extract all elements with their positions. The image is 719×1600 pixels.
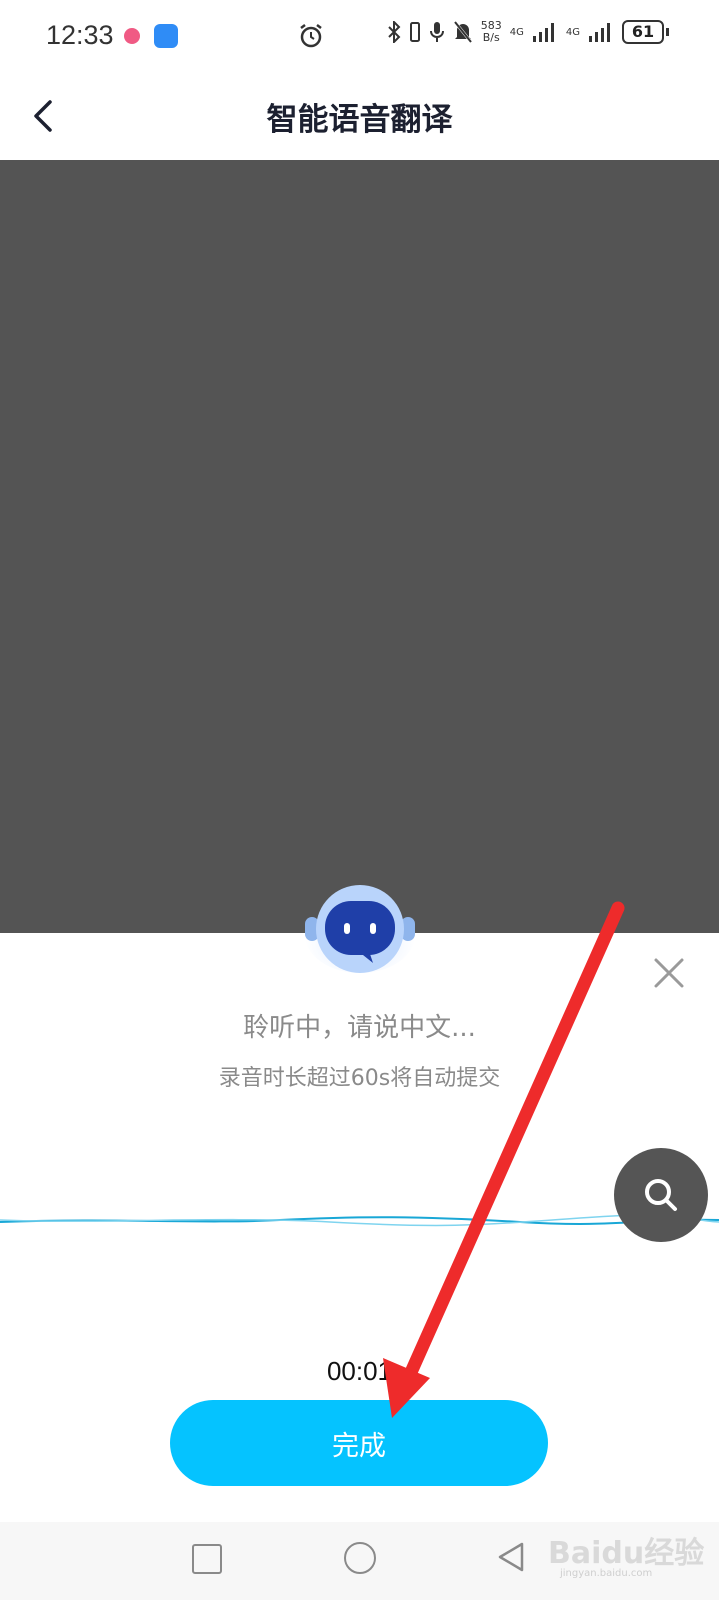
weather-app-icon [154, 24, 178, 48]
network-label-1: 4G [509, 26, 524, 38]
mute-bell-icon [453, 21, 472, 43]
alarm-icon [300, 24, 322, 48]
app-header: 智能语音翻译 [0, 72, 719, 160]
signal-icon [532, 23, 554, 42]
recording-timer: 00:01 [326, 1356, 393, 1386]
vibrate-icon [409, 22, 420, 42]
health-app-icon [124, 28, 140, 44]
sound-wave [0, 1214, 719, 1227]
battery-tip [666, 28, 669, 36]
back-triangle-icon[interactable] [496, 1541, 526, 1573]
network-label-2: 4G [565, 26, 580, 38]
recent-apps-icon[interactable] [192, 1544, 222, 1574]
watermark-logo: Baidu经验 [548, 1536, 705, 1571]
network-speed: 583 B/s [481, 20, 502, 44]
close-icon[interactable] [652, 956, 686, 990]
page-title: 智能语音翻译 [266, 102, 453, 138]
watermark-url: jingyan.baidu.com [560, 1568, 653, 1579]
listening-status: 聆听中，请说中文... [243, 1013, 476, 1043]
battery-indicator: 61 [622, 20, 664, 44]
home-icon[interactable] [344, 1542, 376, 1574]
status-time: 12:33 [46, 20, 114, 50]
done-button[interactable]: 完成 [170, 1400, 548, 1486]
status-bar: 12:33 583 B/s 4G 4G 61 [0, 0, 719, 72]
signal-icon [589, 23, 610, 42]
recording-hint: 录音时长超过60s将自动提交 [218, 1066, 501, 1091]
search-icon [645, 1179, 677, 1211]
microphone-icon [429, 22, 444, 42]
robot-assistant-icon [305, 885, 415, 973]
bluetooth-icon [388, 21, 401, 43]
network-speed-unit: B/s [482, 31, 500, 44]
floating-search-button[interactable] [614, 1148, 708, 1242]
status-indicators: 583 B/s 4G 4G 61 [387, 20, 669, 44]
dark-overlay[interactable] [0, 160, 719, 933]
